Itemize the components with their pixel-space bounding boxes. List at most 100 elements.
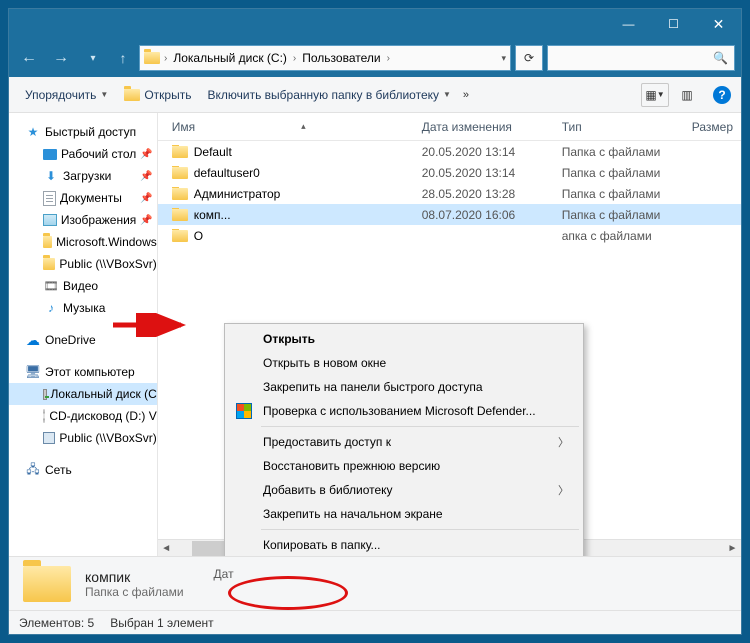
ctx-open-new-window[interactable]: Открыть в новом окне <box>227 351 581 375</box>
explorer-window: — ☐ ✕ ← → ▾ ↑ › Локальный диск (C:) › По… <box>8 8 742 635</box>
sidebar-item-public2[interactable]: Public (\\VBoxSvr) <box>9 427 157 449</box>
search-input[interactable]: 🔍 <box>547 45 735 71</box>
file-row[interactable]: Администратор 28.05.2020 13:28Папка с фай… <box>158 183 741 204</box>
file-row[interactable]: Оапка с файлами <box>158 225 741 246</box>
column-size[interactable]: Размер <box>684 120 741 134</box>
include-library-menu[interactable]: Включить выбранную папку в библиотеку▼ <box>201 84 456 106</box>
details-date-label: Дат <box>214 561 234 581</box>
column-date[interactable]: Дата изменения <box>414 120 554 134</box>
ctx-copy-to-folder[interactable]: Копировать в папку... <box>227 533 581 556</box>
file-row[interactable]: комп...08.07.2020 16:06Папка с файлами <box>158 204 741 225</box>
separator <box>261 426 579 427</box>
scroll-left-icon[interactable]: ◄ <box>158 543 175 554</box>
folder-icon <box>43 236 52 248</box>
column-type[interactable]: Тип <box>554 120 684 134</box>
network-icon: 🖧 <box>25 462 41 478</box>
details-name: компик <box>85 569 184 585</box>
forward-button[interactable]: → <box>47 46 75 70</box>
file-row[interactable]: Default20.05.2020 13:14Папка с файлами <box>158 141 741 162</box>
file-date: 28.05.2020 13:28 <box>418 187 558 201</box>
sidebar-item-cddrive[interactable]: CD-дисковод (D:) V <box>9 405 157 427</box>
scroll-right-icon[interactable]: ► <box>724 543 741 554</box>
sidebar-item-desktop[interactable]: Рабочий стол📌 <box>9 143 157 165</box>
status-item-count: Элементов: 5 <box>19 616 94 630</box>
search-icon: 🔍 <box>713 51 728 65</box>
sidebar-item-mswindows[interactable]: Microsoft.Windows <box>9 231 157 253</box>
file-date: 20.05.2020 13:14 <box>418 166 558 180</box>
music-icon: ♪ <box>43 300 59 316</box>
video-icon: 🎞 <box>43 278 59 294</box>
sidebar-item-pictures[interactable]: Изображения📌 <box>9 209 157 231</box>
back-button[interactable]: ← <box>15 46 43 70</box>
folder-icon <box>144 52 160 64</box>
file-row[interactable]: defaultuser020.05.2020 13:14Папка с файл… <box>158 162 741 183</box>
sidebar-item-downloads[interactable]: ⬇Загрузки📌 <box>9 165 157 187</box>
context-menu: Открыть Открыть в новом окне Закрепить н… <box>224 323 584 556</box>
sort-asc-icon: ▴ <box>301 121 306 132</box>
folder-icon <box>172 188 188 200</box>
toolbar: Упорядочить▼ Открыть Включить выбранную … <box>9 77 741 113</box>
chevron-right-icon: › <box>387 53 390 64</box>
onedrive-node[interactable]: ☁OneDrive <box>9 329 157 351</box>
sidebar-item-public[interactable]: Public (\\VBoxSvr) <box>9 253 157 275</box>
ctx-pin-quick-access[interactable]: Закрепить на панели быстрого доступа <box>227 375 581 399</box>
view-options-button[interactable]: ▦ ▼ <box>641 83 669 107</box>
ctx-give-access[interactable]: Предоставить доступ к〉 <box>227 430 581 454</box>
computer-icon: 🖥 <box>25 364 41 380</box>
folder-icon <box>172 209 188 221</box>
netshare-icon <box>43 432 55 444</box>
file-name: О <box>194 229 203 243</box>
navbar: ← → ▾ ↑ › Локальный диск (C:) › Пользова… <box>9 39 741 77</box>
ctx-restore-previous[interactable]: Восстановить прежнюю версию <box>227 454 581 478</box>
thispc-node[interactable]: 🖥Этот компьютер <box>9 361 157 383</box>
folder-icon <box>23 566 71 602</box>
file-type: Папка с файлами <box>558 145 688 159</box>
chevron-right-icon: 〉 <box>558 482 569 498</box>
desktop-icon <box>43 149 57 160</box>
status-bar: Элементов: 5 Выбран 1 элемент <box>9 610 741 634</box>
chevron-right-icon: › <box>293 53 296 64</box>
preview-pane-button[interactable]: ▥ <box>673 83 701 107</box>
address-dropdown[interactable]: ▾ <box>501 53 506 64</box>
file-type: Папка с файлами <box>558 187 688 201</box>
sidebar-item-documents[interactable]: Документы📌 <box>9 187 157 209</box>
breadcrumb-segment[interactable]: Локальный диск (C:) <box>171 51 289 65</box>
disc-icon <box>43 409 45 423</box>
ctx-pin-to-start[interactable]: Закрепить на начальном экране <box>227 502 581 526</box>
close-button[interactable]: ✕ <box>696 9 741 39</box>
help-button[interactable]: ? <box>713 86 731 104</box>
document-icon <box>43 191 56 206</box>
ctx-add-to-library[interactable]: Добавить в библиотеку〉 <box>227 478 581 502</box>
chevron-right-icon: 〉 <box>558 434 569 450</box>
sidebar-item-localdisk[interactable]: Локальный диск (C <box>9 383 157 405</box>
pin-icon: 📌 <box>140 215 152 226</box>
network-node[interactable]: 🖧Сеть <box>9 459 157 481</box>
up-button[interactable]: ↑ <box>111 50 135 66</box>
defender-icon <box>235 402 253 420</box>
sidebar-item-video[interactable]: 🎞Видео <box>9 275 157 297</box>
open-button[interactable]: Открыть <box>118 84 197 106</box>
recent-dropdown[interactable]: ▾ <box>79 46 107 70</box>
file-name: Default <box>194 145 232 159</box>
breadcrumb-segment[interactable]: Пользователи <box>300 51 382 65</box>
sidebar-item-music[interactable]: ♪Музыка <box>9 297 157 319</box>
download-icon: ⬇ <box>43 168 59 184</box>
column-headers: Имя▴ Дата изменения Тип Размер <box>158 113 741 141</box>
file-name: Администратор <box>194 187 281 201</box>
address-bar[interactable]: › Локальный диск (C:) › Пользователи › ▾ <box>139 45 511 71</box>
folder-icon <box>43 258 55 270</box>
cloud-icon: ☁ <box>25 332 41 348</box>
quick-access-node[interactable]: ★Быстрый доступ <box>9 121 157 143</box>
overflow-menu[interactable]: » <box>463 89 469 101</box>
file-type: Папка с файлами <box>558 208 688 222</box>
minimize-button[interactable]: — <box>606 9 651 39</box>
separator <box>261 529 579 530</box>
maximize-button[interactable]: ☐ <box>651 9 696 39</box>
folder-icon <box>172 230 188 242</box>
ctx-open[interactable]: Открыть <box>227 327 581 351</box>
pictures-icon <box>43 214 57 226</box>
ctx-defender-scan[interactable]: Проверка с использованием Microsoft Defe… <box>227 399 581 423</box>
column-name[interactable]: Имя▴ <box>164 120 414 134</box>
organize-menu[interactable]: Упорядочить▼ <box>19 84 114 106</box>
refresh-button[interactable]: ⟳ <box>515 45 543 71</box>
